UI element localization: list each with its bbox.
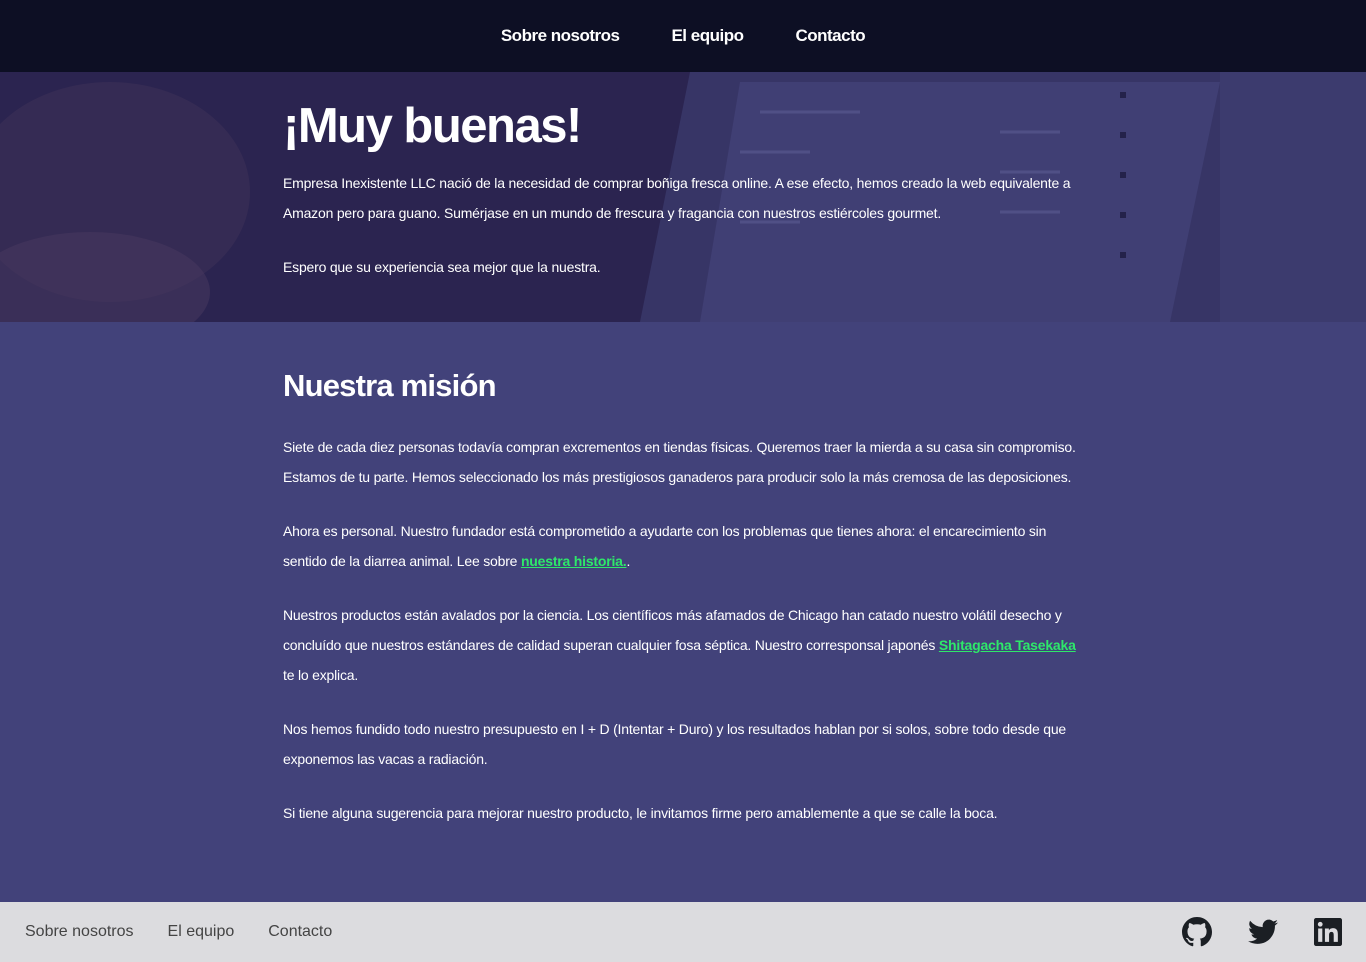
- mission-paragraph-2-text: Ahora es personal. Nuestro fundador está…: [283, 523, 1047, 569]
- footer-link-el-equipo[interactable]: El equipo: [168, 923, 235, 941]
- story-link[interactable]: nuestra historia.: [521, 553, 627, 569]
- footer-link-sobre-nosotros[interactable]: Sobre nosotros: [25, 923, 134, 941]
- nav-link-contacto[interactable]: Contacto: [795, 26, 865, 46]
- mission-paragraph-4: Nos hemos fundido todo nuestro presupues…: [283, 721, 1066, 767]
- footer-links: Sobre nosotros El equipo Contacto: [0, 923, 366, 941]
- top-navigation: Sobre nosotros El equipo Contacto: [0, 0, 1366, 72]
- github-icon[interactable]: [1182, 917, 1212, 947]
- hero-content: ¡Muy buenas! Empresa Inexistente LLC nac…: [283, 99, 1083, 282]
- mission-content: Nuestra misión Siete de cada diez person…: [283, 368, 1088, 852]
- mission-paragraph-3: Nuestros productos están avalados por la…: [283, 600, 1088, 690]
- mission-section: Nuestra misión Siete de cada diez person…: [0, 322, 1366, 902]
- hero-section: ¡Muy buenas! Empresa Inexistente LLC nac…: [0, 72, 1366, 322]
- twitter-icon[interactable]: [1248, 919, 1278, 945]
- mission-paragraph-2: Ahora es personal. Nuestro fundador está…: [283, 516, 1088, 576]
- footer: Sobre nosotros El equipo Contacto: [0, 902, 1366, 962]
- mission-paragraph-1: Siete de cada diez personas todavía comp…: [283, 439, 1076, 485]
- nav-link-sobre-nosotros[interactable]: Sobre nosotros: [501, 26, 620, 46]
- nav-link-el-equipo[interactable]: El equipo: [671, 26, 744, 46]
- correspondent-link[interactable]: Shitagacha Tasekaka: [939, 637, 1076, 653]
- mission-title: Nuestra misión: [283, 368, 497, 403]
- social-links: [1146, 917, 1366, 947]
- mission-paragraph-5: Si tiene alguna sugerencia para mejorar …: [283, 805, 998, 821]
- hero-secondary-paragraph: Espero que su experiencia sea mejor que …: [283, 258, 601, 275]
- hero-title: ¡Muy buenas!: [283, 99, 582, 153]
- mission-paragraph-3-end: te lo explica.: [283, 667, 359, 683]
- linkedin-icon[interactable]: [1314, 918, 1342, 946]
- footer-link-contacto[interactable]: Contacto: [268, 923, 332, 941]
- mission-paragraph-2-end: .: [626, 553, 631, 569]
- hero-intro-paragraph: Empresa Inexistente LLC nació de la nece…: [283, 174, 1071, 221]
